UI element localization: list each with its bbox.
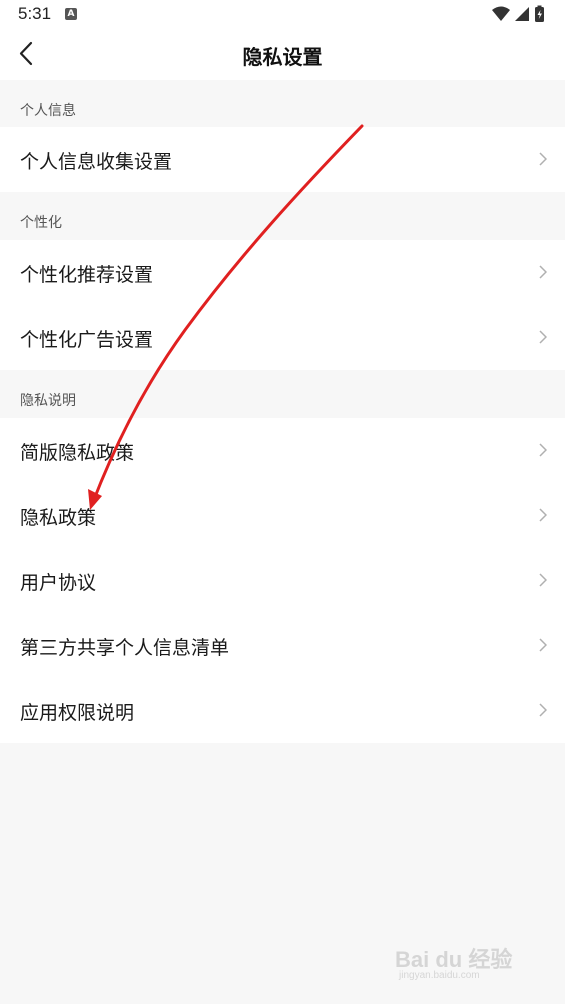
chevron-right-icon: [539, 638, 547, 652]
section-title: 个性化: [20, 215, 62, 231]
row-label: 隐私政策: [20, 507, 97, 529]
row-label: 第三方共享个人信息清单: [20, 637, 230, 659]
row-personalized-recommendation[interactable]: 个性化推荐设置: [0, 240, 565, 305]
row-label: 用户协议: [20, 572, 97, 594]
row-privacy-policy[interactable]: 隐私政策: [0, 483, 565, 548]
signal-icon: [515, 7, 529, 21]
chevron-right-icon: [539, 573, 547, 587]
row-label: 应用权限说明: [20, 702, 135, 724]
status-time: 5:31: [18, 4, 52, 23]
chevron-right-icon: [539, 508, 547, 522]
chevron-right-icon: [539, 265, 547, 279]
chevron-right-icon: [539, 443, 547, 457]
page-title: 隐私设置: [242, 45, 323, 69]
status-bar: 5:31 A: [0, 0, 565, 28]
watermark-sub: jingyan.baidu.com: [399, 970, 480, 981]
wifi-icon: [492, 6, 510, 21]
row-label: 个性化广告设置: [20, 329, 154, 351]
section-header-personalization: 个性化: [0, 192, 565, 239]
chevron-right-icon: [539, 152, 547, 166]
privacy-settings-screen: 5:31 A 隐私设置 个人信息 个人信息收集设置 个性化 个性化推荐设置 个性…: [0, 0, 565, 1004]
row-personal-info-collection[interactable]: 个人信息收集设置: [0, 127, 565, 192]
header-bar: 隐私设置: [0, 28, 565, 80]
section-title: 个人信息: [20, 103, 76, 119]
row-personalized-ads[interactable]: 个性化广告设置: [0, 305, 565, 370]
row-label: 个人信息收集设置: [20, 151, 173, 173]
chevron-right-icon: [539, 330, 547, 344]
row-brief-privacy-policy[interactable]: 简版隐私政策: [0, 418, 565, 483]
baidu-jingyan-watermark: Bai du 经验 jingyan.baidu.com: [395, 942, 535, 986]
row-user-agreement[interactable]: 用户协议: [0, 548, 565, 613]
battery-charging-icon: [535, 5, 544, 22]
row-third-party-sharing-list[interactable]: 第三方共享个人信息清单: [0, 613, 565, 678]
section-header-privacy-notes: 隐私说明: [0, 370, 565, 417]
chevron-right-icon: [539, 703, 547, 717]
row-app-permissions[interactable]: 应用权限说明: [0, 678, 565, 743]
section-header-personal-info: 个人信息: [0, 80, 565, 127]
status-icons: [491, 5, 549, 23]
row-label: 简版隐私政策: [20, 442, 135, 464]
row-label: 个性化推荐设置: [20, 264, 154, 286]
notification-a-icon: A: [65, 8, 77, 20]
section-title: 隐私说明: [20, 393, 76, 409]
